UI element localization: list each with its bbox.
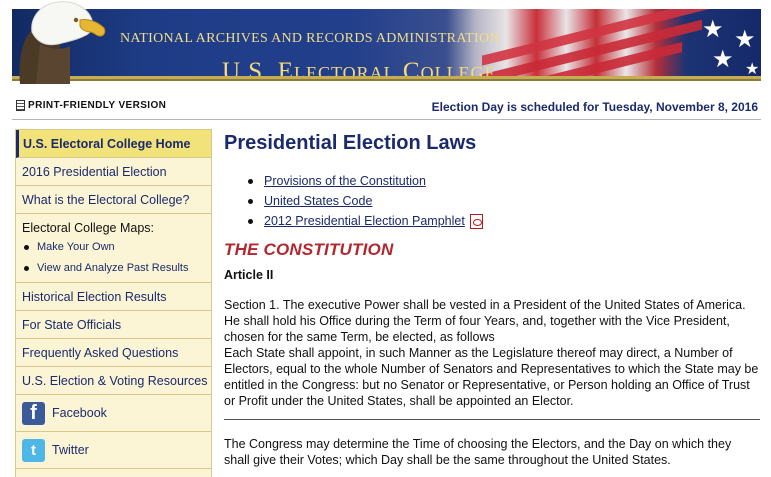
list-item: 2012 Presidential Election Pamphlet [248,211,760,231]
flag-stripe [482,9,712,66]
sidebar-maps-heading: Electoral College Maps: [22,221,155,235]
sidebar-item-2016-election[interactable]: 2016 Presidential Election [16,158,211,186]
toc-link-election-pamphlet[interactable]: 2012 Presidential Election Pamphlet [264,214,465,228]
sidebar-item-voting-resources[interactable]: U.S. Election & Voting Resources [16,367,211,395]
star-icon: ★ [712,45,734,73]
bald-eagle-icon [19,1,106,84]
sidebar-subitem-label: View and Analyze Past Results [37,262,189,274]
sidebar-item-historical-results[interactable]: Historical Election Results [16,283,211,311]
section-heading: THE CONSTITUTION [224,240,394,259]
sidebar-subitem-label: Make Your Own [37,241,115,253]
print-page-icon [16,100,25,111]
article-heading: Article II [224,268,274,282]
list-item: Provisions of the Constitution [248,171,760,191]
main-content: Presidential Election Laws Provisions of… [224,129,760,477]
banner-site-title: U.S. Electoral College [222,58,497,81]
list-item: United States Code [248,191,760,211]
facebook-label: Facebook [52,406,107,420]
sidebar-item-faq[interactable]: Frequently Asked Questions [16,339,211,367]
bullet-icon [248,178,253,184]
sidebar-item-facebook[interactable]: f Facebook [16,395,211,432]
toc-link-constitution[interactable]: Provisions of the Constitution [264,174,426,188]
bullet-icon [248,218,253,224]
sidebar-maps-section: Electoral College Maps: Make Your Own Vi… [16,214,211,283]
article-paragraph: Each State shall appoint, in such Manner… [224,346,759,408]
sidebar-item-what-is-electoral-college[interactable]: What is the Electoral College? [16,186,211,214]
print-friendly-label: PRINT-FRIENDLY VERSION [28,100,167,111]
sidebar-subitem-make-your-own[interactable]: Make Your Own [22,237,211,257]
print-friendly-link[interactable]: PRINT-FRIENDLY VERSION [16,100,166,111]
sidebar-nav: U.S. Electoral College Home 2016 Preside… [15,129,212,477]
article-paragraph: The Congress may determine the Time of c… [224,437,732,467]
twitter-icon: t [22,438,45,462]
bullet-icon [24,244,29,250]
star-icon: ★ [702,15,724,43]
twitter-label: Twitter [52,443,89,457]
facebook-icon: f [22,401,45,425]
page-title: Presidential Election Laws [224,132,477,154]
bullet-icon [248,198,253,204]
bullet-icon [24,265,29,271]
toc-link-us-code[interactable]: United States Code [264,194,372,208]
banner-graphic[interactable]: ★ ★ ★ ★ NATIONAL ARCHIVES AND RECORDS AD… [12,9,761,81]
banner-agency-name: NATIONAL ARCHIVES AND RECORDS ADMINISTRA… [120,31,500,46]
sidebar-item-home[interactable]: U.S. Electoral College Home [16,130,211,158]
election-day-notice: Election Day is scheduled for Tuesday, N… [431,100,758,114]
sidebar-item-twitter[interactable]: t Twitter [16,432,211,469]
table-of-contents: Provisions of the Constitution United St… [224,171,760,231]
divider [12,119,761,120]
article-paragraph: Section 1. The executive Power shall be … [224,298,746,344]
pdf-icon[interactable] [469,213,483,229]
star-icon: ★ [734,25,756,53]
divider [224,419,760,420]
star-icon: ★ [745,59,760,78]
sidebar-item-state-officials[interactable]: For State Officials [16,311,211,339]
sidebar-subitem-past-results[interactable]: View and Analyze Past Results [22,258,211,278]
site-banner: ★ ★ ★ ★ NATIONAL ARCHIVES AND RECORDS AD… [0,0,771,92]
